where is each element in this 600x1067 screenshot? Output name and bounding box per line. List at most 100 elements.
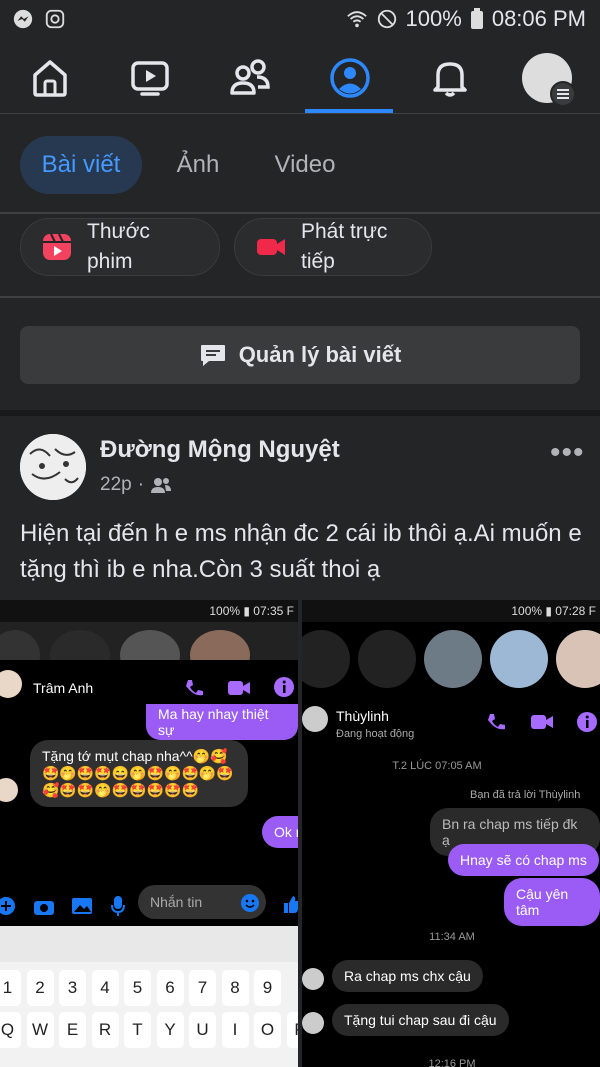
keyboard-key: O	[254, 1012, 281, 1048]
shot2-message-3: Ra chap ms chx cậu	[332, 960, 483, 992]
shot2-message-2: Cậu yên tâm	[504, 878, 600, 926]
notifications-icon	[433, 62, 467, 97]
post-author-avatar[interactable]	[20, 434, 86, 500]
keyboard-key: 6	[156, 970, 184, 1006]
more-options-icon[interactable]: •••	[550, 436, 585, 470]
keyboard-key: 8	[221, 970, 249, 1006]
avatar-image	[20, 434, 86, 500]
shot2-contact: Thùylinh	[336, 708, 389, 724]
menu-icon	[550, 81, 576, 107]
audience-friends-icon[interactable]	[150, 476, 172, 494]
shot2-reply-note: Bạn đã trả lời Thùylinh	[470, 789, 581, 801]
shot1-status-text: 100% ▮ 07:35 F	[209, 604, 294, 618]
shot2-date1: T.2 LÚC 07:05 AM	[392, 760, 482, 772]
nav-watch[interactable]	[125, 54, 175, 102]
menu-avatar	[522, 53, 576, 107]
active-tab-indicator	[305, 109, 393, 113]
shot1-camera-icon	[34, 901, 54, 915]
home-icon	[33, 60, 67, 97]
manage-posts-label: Quản lý bài viết	[238, 342, 402, 367]
post-text: Hiện tại đến h e ms nhận đc 2 cái ib thô…	[20, 520, 582, 583]
shot1-keyboard: 123456789 QWERTYUIOP	[0, 926, 298, 1067]
nav-menu[interactable]	[522, 53, 576, 107]
keyboard-key: 2	[26, 970, 54, 1006]
keyboard-key: 9	[254, 970, 281, 1006]
shot1-message: Tặng tớ mụt chap nha^^🤭🥰🤩🤭🤩🤩😄🤭🤩🤭🤩🤭🤩🥰🤩🤩🤭🤩…	[30, 740, 248, 807]
tab-posts[interactable]: Bài viết	[20, 136, 142, 194]
live-video-icon	[257, 239, 285, 255]
keyboard-key: W	[26, 1012, 54, 1048]
live-label-2: tiếp	[301, 250, 335, 273]
keyboard-key: 4	[91, 970, 119, 1006]
keyboard-key: 5	[124, 970, 151, 1006]
shot2-status-bar: 100% ▮ 07:28 F	[302, 600, 600, 622]
keyboard-key: E	[59, 1012, 86, 1048]
keyboard-key: R	[91, 1012, 119, 1048]
profile-tabs: Bài viết Ảnh Video	[0, 114, 600, 214]
messenger-icon	[13, 9, 33, 29]
shot2-chat-header: Thùylinh Đang hoạt động	[302, 698, 600, 750]
shot2-message-1: Hnay sẽ có chap ms	[448, 844, 599, 876]
keyboard-key: T	[124, 1012, 151, 1048]
meta-separator: ·	[137, 474, 145, 495]
keyboard-key: U	[189, 1012, 216, 1048]
reels-button[interactable]: Thước phim	[20, 218, 220, 276]
shot1-plus-icon	[0, 897, 15, 915]
tab-videos[interactable]: Video	[260, 136, 350, 194]
shot1-story-row	[0, 622, 298, 680]
nav-profile[interactable]	[325, 54, 375, 102]
wifi-icon	[346, 11, 367, 28]
shot1-reply: Ok r	[262, 816, 298, 848]
manage-posts-button[interactable]: Quản lý bài viết	[20, 326, 580, 384]
shot2-status-text: 100% ▮ 07:28 F	[511, 604, 596, 618]
dnd-icon	[377, 9, 396, 29]
profile-icon	[330, 58, 370, 98]
keyboard-key: Y	[156, 1012, 184, 1048]
keyboard-key: P	[286, 1012, 298, 1048]
keyboard-key: I	[221, 1012, 249, 1048]
post-meta: 22p ·	[100, 474, 172, 496]
live-button[interactable]: Phát trực tiếp	[234, 218, 432, 276]
shot1-mic-icon	[111, 896, 125, 916]
shot1-emoji-icon	[241, 894, 259, 912]
post-author-name[interactable]: Đường Mộng Nguyệt	[100, 436, 340, 464]
clock: 08:06 PM	[491, 6, 586, 31]
keyboard-key: 1	[0, 970, 21, 1006]
manage-posts-icon	[200, 345, 225, 366]
reels-label-2: phim	[87, 250, 133, 273]
shot2-message-4: Tặng tui chap sau đi cậu	[332, 1004, 509, 1036]
nav-friends[interactable]	[225, 54, 275, 102]
shot1-keyboard-toolbar	[0, 926, 298, 962]
tab-photos[interactable]: Ảnh	[160, 136, 236, 194]
nav-notifications[interactable]	[425, 54, 475, 102]
keyboard-key: 3	[59, 970, 86, 1006]
shot1-composer: Nhắn tin	[0, 884, 298, 928]
shot2-date2: 11:34 AM	[429, 931, 475, 943]
video-icon	[131, 61, 169, 96]
status-bar: 100% 08:06 PM	[0, 0, 600, 40]
shot2-sender-avatar-1	[302, 968, 324, 990]
keyboard-key: Q	[0, 1012, 21, 1048]
post-image-1[interactable]: 100% ▮ 07:35 F Trâm Anh Ma hay nhay thiệ…	[0, 600, 298, 1067]
keyboard-key: 7	[189, 970, 216, 1006]
shot2-date3: 12:16 PM	[428, 1058, 476, 1067]
live-label-1: Phát trực	[301, 220, 388, 243]
instagram-icon	[45, 9, 65, 29]
friends-icon	[230, 59, 270, 95]
shot1-video-icon	[228, 681, 250, 695]
post-image-2[interactable]: 100% ▮ 07:28 F Thùylinh Đang hoạt động T…	[302, 600, 600, 1067]
shot1-status-bar: 100% ▮ 07:35 F	[0, 600, 298, 622]
nav-home[interactable]	[25, 54, 75, 102]
shot2-story-row	[302, 622, 600, 694]
shot1-info-icon	[274, 677, 294, 697]
battery-percent: 100%	[405, 6, 462, 31]
shot1-like-icon	[284, 896, 298, 913]
shot1-sender-avatar	[0, 778, 18, 802]
shot1-gallery-icon	[72, 898, 92, 914]
shot1-contact: Trâm Anh	[33, 680, 94, 696]
shot2-call-icon	[488, 714, 505, 730]
shot1-top-bubble: Ma hay nhay thiệt sự	[146, 704, 298, 740]
shot1-call-icon	[186, 680, 203, 696]
post-time[interactable]: 22p	[100, 474, 132, 496]
top-navigation	[0, 40, 600, 114]
